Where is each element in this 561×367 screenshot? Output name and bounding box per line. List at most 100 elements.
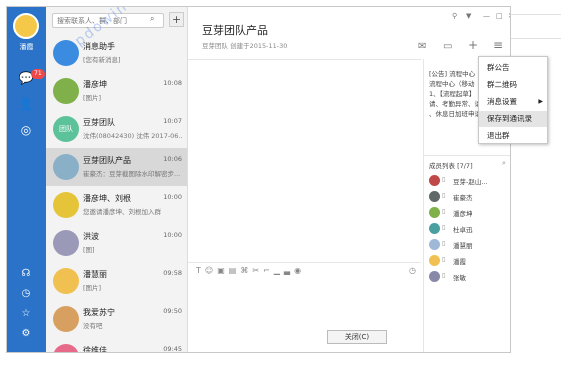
member-name: 杜卓迅	[453, 226, 473, 234]
phone-icon: ▯	[442, 208, 446, 215]
conversation-time: 10:06	[163, 155, 182, 163]
menu-item[interactable]: 群公告	[479, 60, 547, 76]
conversation-preview: [图片]	[83, 284, 102, 292]
conversation-avatar	[53, 78, 79, 104]
conversation-item[interactable]: 团队 豆芽团队 10:07 沈伟(08042430) 沈伟 2017-06...	[46, 110, 187, 148]
conversation-name: 豆芽团队	[83, 118, 115, 127]
member-row[interactable]: ▯ 豆芽-赵山...	[429, 174, 510, 188]
member-avatar	[429, 271, 440, 282]
member-name: 潘慧丽	[453, 242, 473, 250]
member-row[interactable]: ▯ 潘霞	[429, 254, 510, 268]
conversation-preview: 您邀请潘彦坤、刘根加入群	[83, 208, 161, 216]
phone-icon: ▯	[442, 192, 446, 199]
image-icon[interactable]: ▣	[217, 266, 229, 275]
member-row[interactable]: ▯ 张敏	[429, 270, 510, 284]
conversation-time: 10:00	[163, 193, 182, 201]
add-button[interactable]: +	[169, 12, 184, 27]
phone-icon: ▯	[442, 272, 446, 279]
member-name: 崔豪杰	[453, 194, 473, 202]
member-row[interactable]: ▯ 潘慧丽	[429, 238, 510, 252]
member-name: 豆芽-赵山...	[453, 178, 488, 186]
conversation-time: 09:58	[163, 269, 182, 277]
emoji-icon[interactable]: ☺	[205, 266, 217, 275]
conversation-name: 潘彦坤	[83, 80, 107, 89]
minimize-icon[interactable]: —	[483, 12, 490, 20]
close-button[interactable]: 关闭(C)	[327, 330, 387, 344]
phone-icon: ▯	[442, 224, 446, 231]
clock-icon[interactable]: ◷	[17, 285, 35, 303]
menu-item[interactable]: 保存到通讯录	[479, 111, 547, 127]
member-name: 张敏	[453, 274, 466, 282]
conversation-avatar	[53, 306, 79, 332]
conversation-name: 徐维佳	[83, 346, 107, 353]
font-icon[interactable]: T	[196, 266, 205, 275]
chat-title: 豆芽团队产品	[202, 24, 268, 37]
conversation-item[interactable]: 潘慧丽 09:58 [图片]	[46, 262, 187, 300]
conversation-preview: [您有新消息]	[83, 56, 121, 64]
phone-icon: ▯	[442, 256, 446, 263]
member-row[interactable]: ▯ 潘彦坤	[429, 206, 510, 220]
contacts-icon[interactable]: 👤	[17, 95, 35, 113]
input-toolbar: T☺▣▤⌘✂⌐▁▃◉ ◷	[196, 266, 421, 280]
menu-item[interactable]: 退出群	[479, 128, 547, 144]
unread-badge: 71	[31, 69, 45, 79]
conversation-avatar	[53, 154, 79, 180]
conversation-time: 10:07	[163, 117, 182, 125]
conversation-item[interactable]: 我爱苏宁 09:50 没有吧	[46, 300, 187, 338]
menu-icon[interactable]: ≡	[493, 38, 503, 52]
conversation-avatar	[53, 268, 79, 294]
conversation-time: 09:45	[163, 345, 182, 353]
conversation-preview: 没有吧	[83, 322, 103, 330]
history-icon[interactable]: ◷	[409, 266, 420, 275]
member-name: 潘彦坤	[453, 210, 473, 218]
pin-icon[interactable]: ⚲	[452, 12, 457, 20]
conversation-item[interactable]: 洪波 10:00 [图]	[46, 224, 187, 262]
conversation-item[interactable]: 消息助手 [您有新消息]	[46, 34, 187, 72]
scissors-icon[interactable]: ✂	[252, 266, 263, 275]
member-list: 成员列表 [7/7] ⌕ ▯ 豆芽-赵山... ▯ 崔豪杰 ▯ 潘彦坤 ▯ 杜卓迅 ▯ 潘慧丽 ▯ 潘…	[424, 155, 510, 352]
member-row[interactable]: ▯ 杜卓迅	[429, 222, 510, 236]
shake-icon[interactable]: ⌘	[240, 266, 252, 275]
menu-item[interactable]: 消息设置 ▶	[479, 94, 547, 110]
star-icon[interactable]: ☆	[17, 305, 35, 323]
conversation-item[interactable]: 豆芽团队产品 10:06 崔豪杰：豆芽截图除水印解密步...	[46, 148, 187, 186]
conversation-name: 潘彦坤、刘根	[83, 194, 131, 203]
conversation-item[interactable]: 潘彦坤、刘根 10:00 您邀请潘彦坤、刘根加入群	[46, 186, 187, 224]
headset-icon[interactable]: ☊	[17, 265, 35, 283]
screenshot-icon[interactable]: ⌐	[263, 266, 274, 275]
maximize-icon[interactable]: □	[496, 12, 503, 20]
submenu-arrow-icon: ▶	[538, 98, 543, 105]
member-avatar	[429, 207, 440, 218]
apps-icon[interactable]: ◎	[17, 121, 35, 139]
voice-icon[interactable]: ◉	[294, 266, 305, 275]
user-avatar[interactable]	[13, 13, 39, 39]
chart-icon[interactable]: ▁▃	[274, 266, 294, 275]
conversation-name: 我爱苏宁	[83, 308, 115, 317]
conversation-preview: 崔豪杰：豆芽截图除水印解密步...	[83, 170, 181, 178]
conversation-preview: [图]	[83, 246, 95, 254]
conversation-item[interactable]: 潘彦坤 10:08 [图片]	[46, 72, 187, 110]
file-icon[interactable]: ▤	[229, 266, 241, 275]
conversation-avatar: 维佳	[53, 344, 79, 352]
mail-icon[interactable]: ✉	[418, 41, 426, 52]
chat-subtitle: 豆芽团队 创建于2015-11-30	[202, 42, 288, 50]
conversation-list: ⌕ + 消息助手[您有新消息] 潘彦坤 10:08 [图片] 团队豆芽团队 10:07 沈伟…	[46, 7, 188, 353]
skin-icon[interactable]: ▼	[466, 12, 471, 20]
conversation-name: 潘慧丽	[83, 270, 107, 279]
settings-icon[interactable]: ⚙	[17, 325, 35, 343]
conversation-avatar	[53, 230, 79, 256]
conversation-avatar: 团队	[53, 116, 79, 142]
member-avatar	[429, 191, 440, 202]
member-name: 潘霞	[453, 258, 466, 266]
conversation-item[interactable]: 维佳徐维佳09:45[图片]	[46, 338, 187, 353]
folder-icon[interactable]: ▭	[443, 41, 452, 52]
message-area	[188, 59, 421, 264]
search-icon[interactable]: ⌕	[150, 14, 154, 24]
member-search-icon[interactable]: ⌕	[502, 159, 506, 168]
menu-item[interactable]: 群二维码	[479, 77, 547, 93]
conversation-avatar	[53, 40, 79, 66]
member-row[interactable]: ▯ 崔豪杰	[429, 190, 510, 204]
phone-icon: ▯	[442, 176, 446, 183]
member-avatar	[429, 223, 440, 234]
add-member-icon[interactable]: +	[468, 38, 478, 52]
